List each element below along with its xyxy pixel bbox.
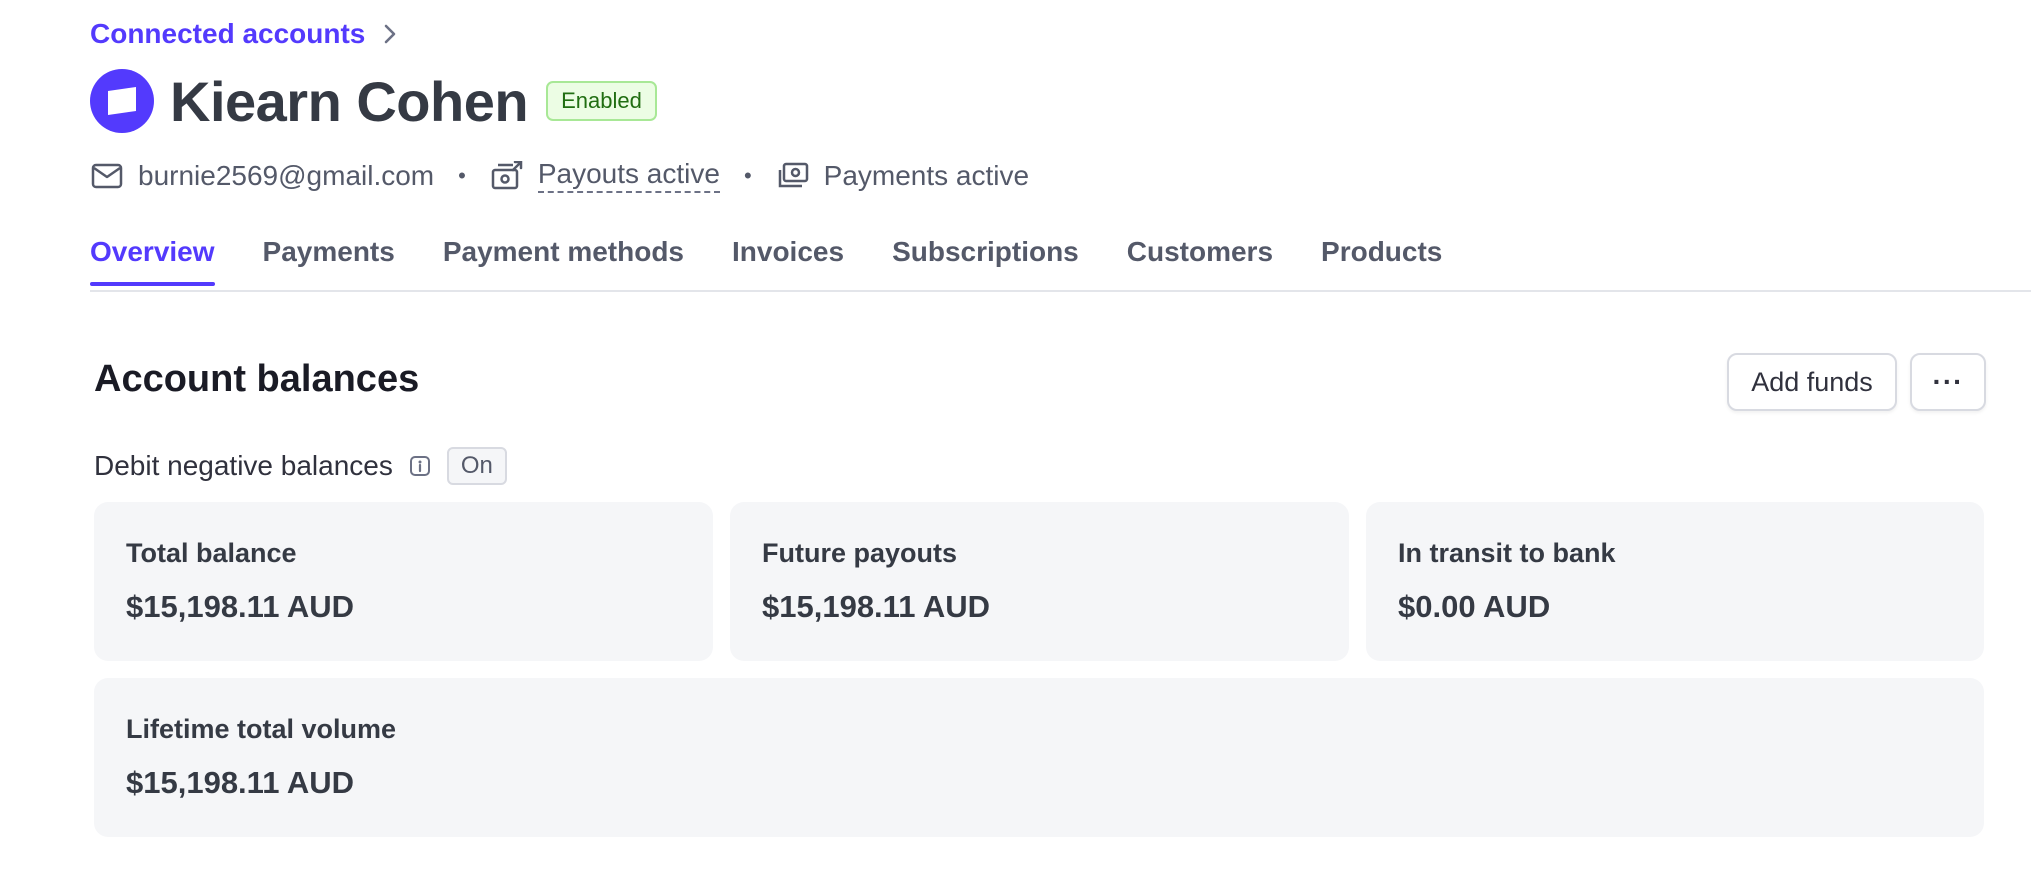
section-title: Account balances: [94, 358, 420, 400]
separator-dot: •: [458, 162, 466, 188]
debit-negative-balances-row: Debit negative balances On: [94, 446, 507, 486]
add-funds-button[interactable]: Add funds: [1727, 353, 1897, 411]
tab-payments[interactable]: Payments: [263, 230, 395, 284]
balance-card-future-payouts: Future payouts $15,198.11 AUD: [730, 502, 1349, 661]
card-label: Future payouts: [762, 538, 958, 568]
debit-label: Debit negative balances: [94, 450, 393, 481]
payment-icon: [776, 159, 810, 193]
tab-overview[interactable]: Overview: [90, 230, 215, 286]
card-value: $15,198.11 AUD: [126, 765, 355, 800]
tab-customers[interactable]: Customers: [1127, 230, 1273, 284]
chevron-right-icon: [385, 24, 396, 44]
breadcrumb-label: Connected accounts: [90, 18, 366, 49]
balance-card-total: Total balance $15,198.11 AUD: [94, 502, 713, 661]
account-avatar-icon: [90, 69, 154, 133]
status-badge: Enabled: [546, 81, 657, 121]
payments-status: Payments active: [823, 159, 1030, 191]
account-name: Kiearn Cohen: [170, 69, 529, 133]
payout-icon: [490, 159, 524, 193]
tab-invoices[interactable]: Invoices: [732, 230, 844, 284]
balance-card-lifetime-volume: Lifetime total volume $15,198.11 AUD: [94, 678, 1984, 837]
card-value: $15,198.11 AUD: [762, 589, 991, 624]
separator-dot: •: [743, 162, 752, 188]
tab-bar: Overview Payments Payment methods Invoic…: [90, 230, 2031, 292]
tab-products[interactable]: Products: [1321, 230, 1442, 284]
tab-subscriptions[interactable]: Subscriptions: [892, 230, 1079, 284]
account-meta: burnie2569@gmail.com • Payouts active • …: [90, 158, 1029, 193]
debit-status-badge: On: [446, 447, 507, 485]
account-header: Kiearn Cohen Enabled: [90, 66, 657, 136]
tab-payment-methods[interactable]: Payment methods: [443, 230, 684, 284]
connected-account-page: Connected accounts Kiearn Cohen Enabled …: [0, 0, 2031, 893]
more-options-button[interactable]: ···: [1910, 353, 1986, 411]
breadcrumb[interactable]: Connected accounts: [90, 18, 397, 50]
info-icon[interactable]: [409, 455, 431, 477]
envelope-icon: [90, 159, 124, 193]
card-value: $15,198.11 AUD: [126, 589, 355, 624]
card-value: $0.00 AUD: [1398, 589, 1551, 624]
card-label: In transit to bank: [1398, 538, 1616, 568]
payouts-status-link[interactable]: Payouts active: [537, 158, 720, 193]
account-email: burnie2569@gmail.com: [138, 159, 435, 191]
card-label: Lifetime total volume: [126, 714, 397, 744]
card-label: Total balance: [126, 538, 297, 568]
balance-card-in-transit: In transit to bank $0.00 AUD: [1366, 502, 1984, 661]
